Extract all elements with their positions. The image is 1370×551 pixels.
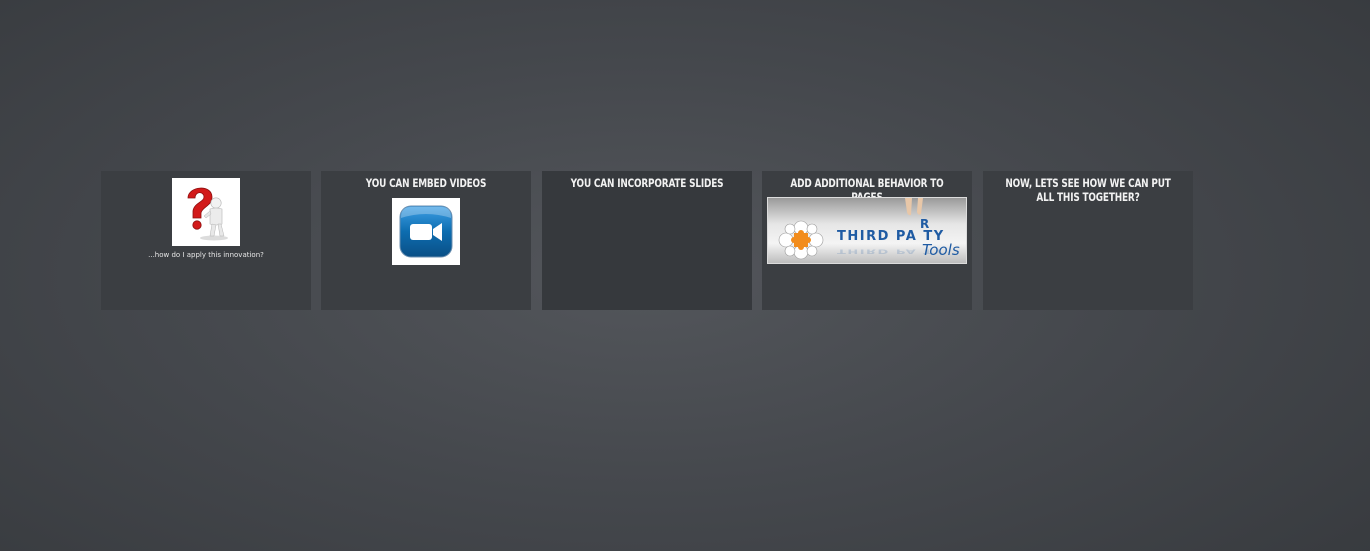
third-party-tools-logo: R THIRD PA TY THIRD PA TY Tools	[767, 197, 967, 264]
slide-thumbnail-1[interactable]: ...how do I apply this innovation?	[101, 171, 311, 310]
slide-thumbnail-4[interactable]: ADD ADDITIONAL BEHAVIOR TO PAGES	[762, 171, 972, 310]
question-mark-figure-icon	[172, 178, 240, 246]
svg-text:Tools: Tools	[922, 241, 960, 259]
slide-title: YOU CAN INCORPORATE SLIDES	[570, 176, 724, 190]
slide-title: YOU CAN EMBED VIDEOS	[365, 176, 487, 190]
slide-title: NOW, LETS SEE HOW WE CAN PUT ALL THIS TO…	[1005, 176, 1171, 204]
slide-thumbnail-5[interactable]: NOW, LETS SEE HOW WE CAN PUT ALL THIS TO…	[983, 171, 1193, 310]
video-camera-icon	[392, 198, 460, 265]
slide-thumbnail-3[interactable]: YOU CAN INCORPORATE SLIDES	[542, 171, 752, 310]
slide-thumbnail-2[interactable]: YOU CAN EMBED VIDEOS	[321, 171, 531, 310]
slide-caption: ...how do I apply this innovation?	[148, 251, 264, 259]
